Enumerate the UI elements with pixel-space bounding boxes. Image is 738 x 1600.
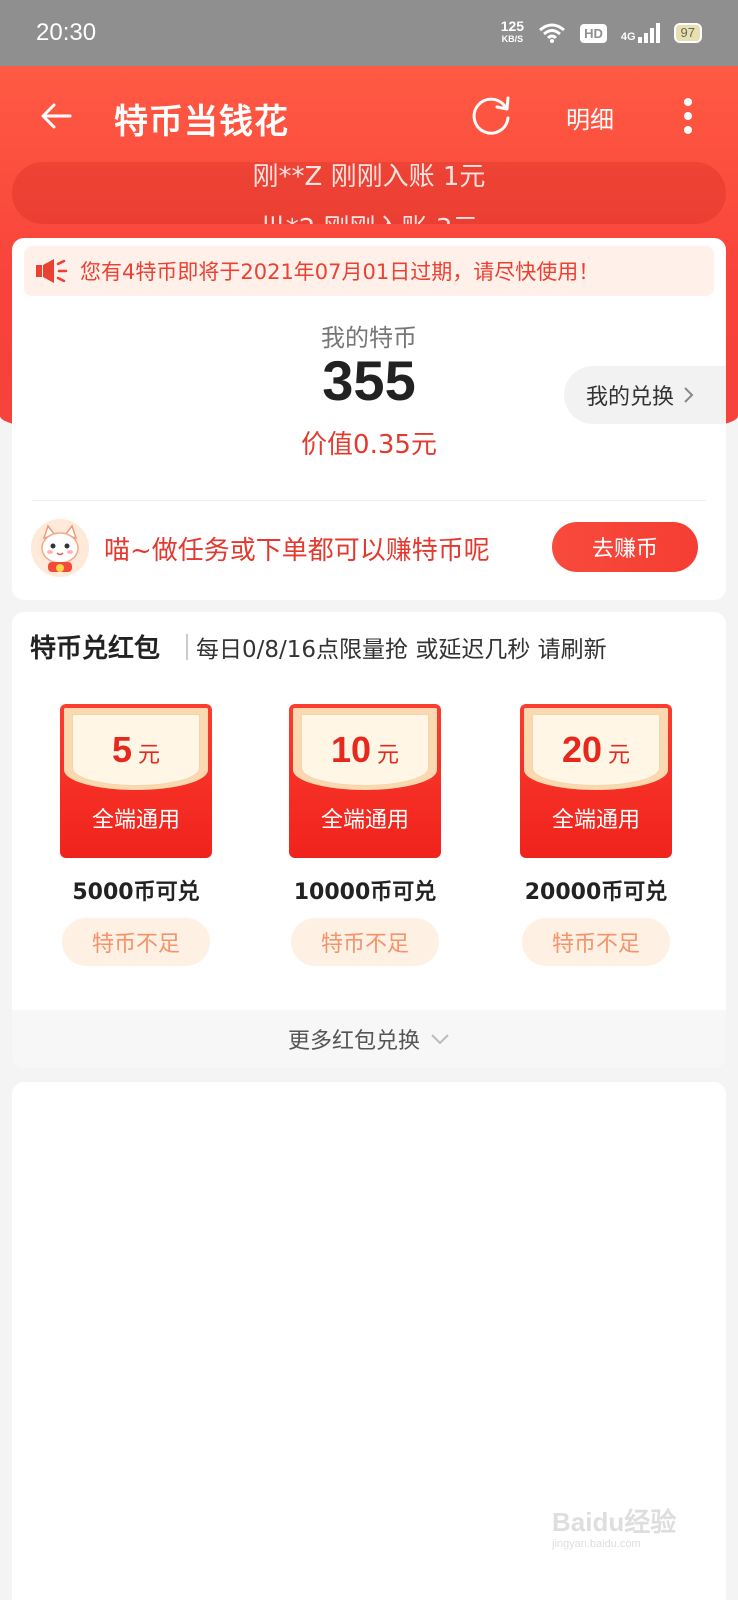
wifi-icon: [539, 23, 566, 43]
status-time: 20:30: [36, 19, 97, 46]
title-separator: [186, 634, 188, 660]
net-speed: 125 KB/S: [500, 18, 525, 46]
chevron-right-icon: [684, 387, 694, 403]
packet-scope: 全端通用: [91, 808, 180, 833]
red-packet-icon[interactable]: 5 元 全端通用: [60, 704, 212, 858]
back-button[interactable]: [36, 96, 76, 136]
expiry-notice: 您有4特币即将于2021年07月01日过期，请尽快使用！: [24, 246, 714, 296]
insufficient-coins-button[interactable]: 特币不足: [522, 918, 670, 966]
top-nav: 特币当钱花 明细: [0, 66, 738, 166]
red-packet-exchange-card: 特币兑红包 每日0/8/16点限量抢 或延迟几秒 请刷新 5 元 全端通用 50…: [12, 612, 726, 1068]
network-type: 4G: [620, 31, 636, 43]
detail-link[interactable]: 明细: [566, 100, 614, 135]
net-speed-unit: KB/S: [501, 34, 524, 44]
coin-value: 价值0.35元: [301, 430, 437, 460]
red-packet-icon[interactable]: 20 元 全端通用: [520, 704, 672, 858]
more-red-packets-button[interactable]: 更多红包兑换: [12, 1010, 726, 1068]
insufficient-coins-button[interactable]: 特币不足: [62, 918, 210, 966]
packet-unit: 元: [138, 743, 161, 768]
more-options-button[interactable]: [676, 96, 700, 136]
packet-unit: 元: [608, 743, 631, 768]
insufficient-coins-button[interactable]: 特币不足: [291, 918, 439, 966]
signal-bars-icon: [637, 23, 660, 43]
red-packet-item: 5 元 全端通用 5000币可兑 特币不足: [60, 704, 212, 976]
red-packet-icon[interactable]: 10 元 全端通用: [289, 704, 441, 858]
watermark-url: jingyan.baidu.com: [552, 1538, 641, 1550]
net-speed-value: 125: [500, 18, 525, 34]
status-icons: 125 KB/S HD 4G 97: [500, 18, 702, 46]
my-exchange-button[interactable]: 我的兑换: [564, 366, 726, 424]
packet-cost: 20000币可兑: [524, 880, 668, 905]
packet-cost: 10000币可兑: [293, 880, 437, 905]
packet-scope: 全端通用: [551, 808, 640, 833]
earn-row: 喵~做任务或下单都可以赚特币呢 去赚币: [12, 516, 726, 580]
hd-badge: HD: [580, 23, 607, 43]
packet-amount: 10: [330, 729, 372, 770]
divider: [32, 500, 706, 501]
status-bar: 20:30 125 KB/S HD 4G 97: [0, 0, 738, 66]
packet-scope: 全端通用: [320, 808, 409, 833]
exchange-title: 特币兑红包: [30, 634, 161, 664]
lucky-cat-avatar: [31, 519, 89, 577]
balance-card: 您有4特币即将于2021年07月01日过期，请尽快使用！ 我的特币 355 价值…: [12, 238, 726, 600]
ticker-line: 刚**Z 刚刚入账 1元: [252, 162, 486, 192]
refresh-button[interactable]: [468, 92, 514, 138]
ticker-line: 卅*2 刚刚入账 3元: [12, 208, 726, 224]
watermark-text: Baidu经验: [552, 1507, 677, 1537]
more-red-packets-label: 更多红包兑换: [287, 1029, 420, 1054]
packet-amount: 20: [561, 729, 603, 770]
speaker-icon: [36, 259, 68, 283]
my-exchange-label: 我的兑换: [586, 385, 675, 410]
notice-text: 您有4特币即将于2021年07月01日过期，请尽快使用！: [80, 260, 600, 284]
signal-indicator: 4G: [621, 23, 660, 43]
baidu-watermark: Baidu经验 jingyan.baidu.com: [552, 1494, 692, 1550]
earn-prompt-text: 喵~做任务或下单都可以赚特币呢: [104, 536, 490, 566]
exchange-ticker: 刚**Z 刚刚入账 1元 卅*2 刚刚入账 3元: [12, 162, 726, 224]
more-vertical-icon: [684, 98, 692, 106]
earn-coins-button[interactable]: 去赚币: [552, 522, 698, 572]
chevron-down-icon: [431, 1034, 449, 1045]
packet-cost: 5000币可兑: [72, 880, 200, 905]
red-packet-item: 20 元 全端通用 20000币可兑 特币不足: [520, 704, 672, 976]
exchange-subtitle: 每日0/8/16点限量抢 或延迟几秒 请刷新: [196, 637, 607, 663]
battery-indicator: 97: [673, 23, 702, 43]
page-title: 特币当钱花: [114, 102, 289, 142]
packet-unit: 元: [377, 743, 400, 768]
red-packet-item: 10 元 全端通用 10000币可兑 特币不足: [289, 704, 441, 976]
packet-amount: 5: [111, 729, 132, 770]
